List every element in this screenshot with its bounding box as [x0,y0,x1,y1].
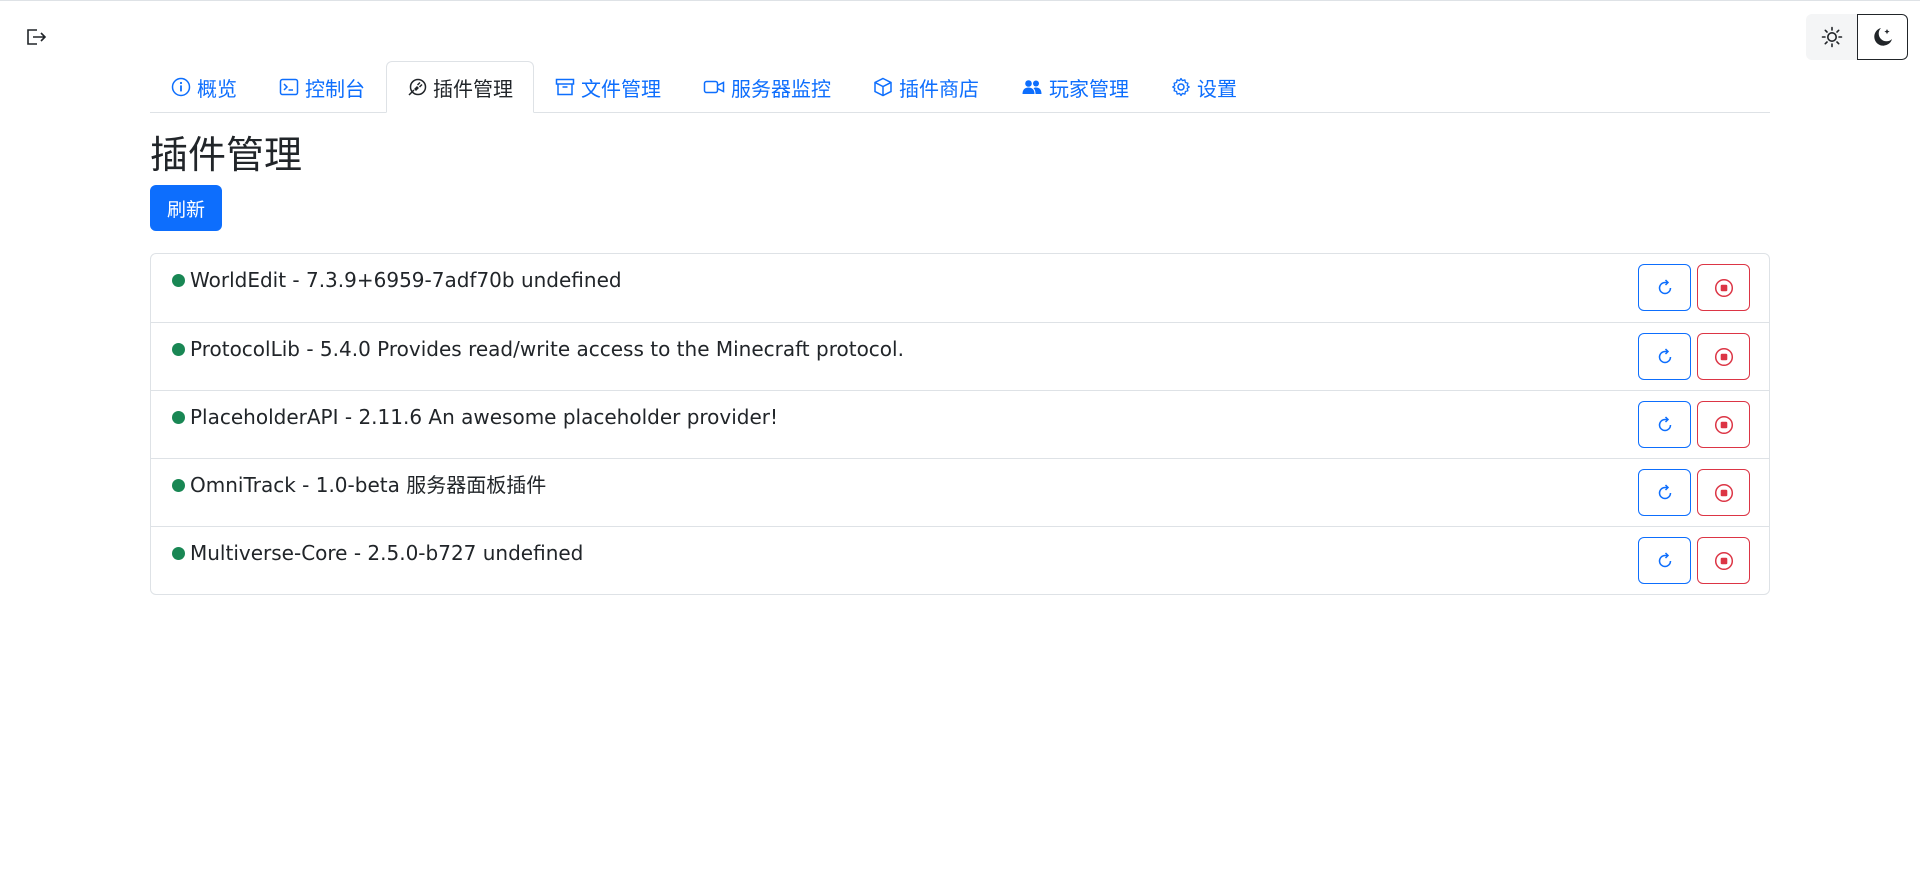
plugin-row-placeholderapi: PlaceholderAPI - 2.11.6 An awesome place… [151,390,1769,458]
reload-icon [1658,415,1671,431]
status-dot [172,274,185,287]
plugin-row-omnitrack: OmniTrack - 1.0-beta 服务器面板插件 [151,458,1769,526]
tab-label: 插件管理 [433,76,513,101]
reload-plugin-button[interactable] [1638,264,1691,311]
tab-label: 文件管理 [581,76,661,101]
logout-button[interactable] [22,24,50,50]
tab-plugin-store[interactable]: 插件商店 [852,61,1000,113]
stop-circle-icon [1714,415,1733,434]
tab-server-monitor[interactable]: 服务器监控 [682,61,852,113]
moon-icon [1873,28,1892,46]
reload-icon [1658,347,1671,363]
top-border [0,0,1920,1]
tab-label: 玩家管理 [1049,76,1129,101]
disable-plugin-button[interactable] [1697,401,1750,448]
stop-circle-icon [1714,347,1733,366]
plugin-info: OmniTrack - 1.0-beta 服务器面板插件 [190,473,547,497]
plugin-icon [408,78,427,96]
plugin-info: PlaceholderAPI - 2.11.6 An awesome place… [190,405,779,429]
reload-icon [1658,278,1671,294]
status-dot [172,411,185,424]
sun-icon [1821,26,1842,48]
page-title: 插件管理 [150,133,303,177]
reload-icon [1658,551,1671,567]
reload-plugin-button[interactable] [1638,537,1691,584]
stop-circle-icon [1714,483,1733,502]
nav-tabs: 概览 控制台 插件管理 文件管理 服务器监控 插件商店 玩家管理 设置 [150,61,1770,113]
tab-label: 设置 [1197,76,1237,101]
reload-plugin-button[interactable] [1638,469,1691,516]
stop-circle-icon [1714,278,1733,297]
tab-file-management[interactable]: 文件管理 [534,61,682,113]
theme-light-button[interactable] [1806,14,1857,60]
tab-plugin-management[interactable]: 插件管理 [386,61,534,113]
tab-player-management[interactable]: 玩家管理 [1000,61,1150,113]
tab-label: 概览 [197,76,237,101]
plugin-list: WorldEdit - 7.3.9+6959-7adf70b undefined… [150,253,1770,595]
tab-console[interactable]: 控制台 [258,61,386,113]
plugin-row-worldedit: WorldEdit - 7.3.9+6959-7adf70b undefined [151,254,1769,322]
people-icon [1022,80,1042,94]
reload-plugin-button[interactable] [1638,401,1691,448]
stop-circle-icon [1714,551,1733,570]
reload-plugin-button[interactable] [1638,333,1691,380]
disable-plugin-button[interactable] [1697,264,1750,311]
status-dot [172,479,185,492]
tab-label: 插件商店 [899,76,979,101]
camera-icon [703,80,725,94]
status-dot [172,343,185,356]
logout-icon [27,29,47,45]
plugin-info: WorldEdit - 7.3.9+6959-7adf70b undefined [190,268,622,292]
status-dot [172,547,185,560]
info-circle-icon [171,77,191,97]
tab-overview[interactable]: 概览 [150,61,258,113]
plugin-info: Multiverse-Core - 2.5.0-b727 undefined [190,541,584,565]
tab-label: 服务器监控 [731,76,831,101]
theme-toggle-group [1806,14,1908,60]
gear-icon [1172,77,1190,97]
plugin-row-multiverse-core: Multiverse-Core - 2.5.0-b727 undefined [151,526,1769,594]
disable-plugin-button[interactable] [1697,469,1750,516]
refresh-button[interactable]: 刷新 [150,185,222,231]
theme-dark-button[interactable] [1857,14,1908,60]
terminal-icon [279,78,299,96]
box-icon [874,77,892,97]
disable-plugin-button[interactable] [1697,537,1750,584]
plugin-row-protocollib: ProtocolLib - 5.4.0 Provides read/write … [151,322,1769,390]
archive-icon [555,78,575,96]
tab-label: 控制台 [305,76,365,101]
disable-plugin-button[interactable] [1697,333,1750,380]
reload-icon [1658,483,1671,499]
tab-settings[interactable]: 设置 [1150,61,1258,113]
plugin-info: ProtocolLib - 5.4.0 Provides read/write … [190,337,904,361]
